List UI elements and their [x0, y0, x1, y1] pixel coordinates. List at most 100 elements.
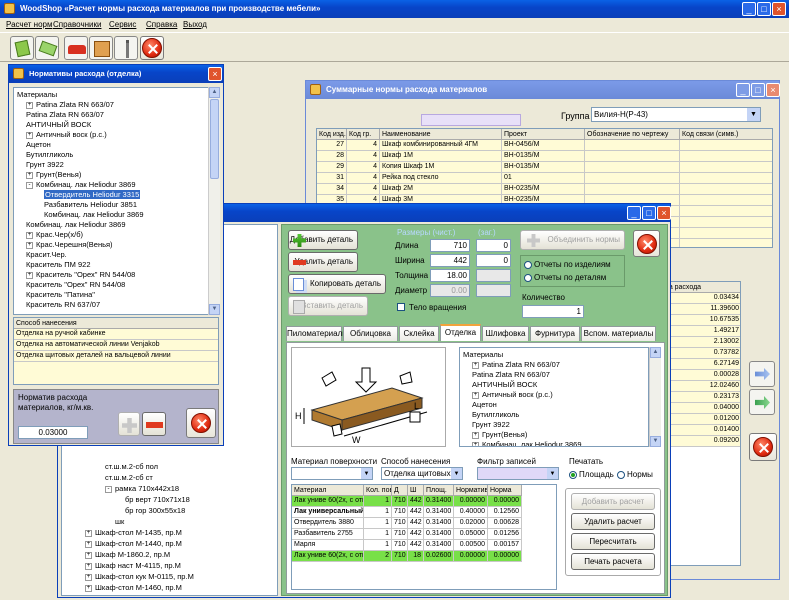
calc-column-header[interactable]: Норма [488, 485, 522, 496]
expand-icon[interactable]: + [26, 241, 33, 249]
calc-cell[interactable]: 0.00628 [488, 518, 522, 529]
expand-icon[interactable]: + [472, 391, 479, 399]
menu-item[interactable]: Расчет норм [6, 20, 52, 29]
tab-1[interactable]: Пиломатериалы [286, 326, 348, 341]
add-detail-button[interactable]: Добавить деталь [288, 230, 358, 250]
norm-add-button[interactable] [118, 412, 140, 436]
tree-item[interactable]: АНТИЧНЫЙ ВОСК [26, 120, 91, 130]
calc-cell[interactable]: 0.00000 [488, 551, 522, 562]
calc-cell[interactable]: 18 [408, 551, 424, 562]
paste-detail-button[interactable]: Вставить деталь [288, 296, 368, 316]
summary-minimize[interactable]: _ [736, 83, 750, 97]
expand-icon[interactable]: + [85, 573, 92, 581]
calc-cell[interactable]: 2 [364, 551, 392, 562]
tree-item[interactable]: Patina Zlata RN 663/07 [472, 370, 550, 380]
tab-6[interactable]: Фурнитура [530, 326, 580, 341]
calc-column-header[interactable]: Д [392, 485, 408, 496]
tree-item[interactable]: + Античный воск (р.с.) [26, 130, 107, 140]
dim-clean-field[interactable]: 442 [430, 254, 470, 267]
expand-icon[interactable]: + [26, 171, 33, 179]
summary-column-header[interactable]: Код гр. [347, 129, 380, 140]
maximize-button[interactable]: □ [757, 2, 771, 16]
tree-item[interactable]: + Комбинац. лак Heliodur 3869 [472, 440, 582, 446]
summary-column-header[interactable]: Обозначение по чертежу [585, 129, 680, 140]
calc-cell[interactable]: 0.40000 [454, 507, 488, 518]
calc-cell[interactable]: 1 [364, 540, 392, 551]
calc-cell[interactable]: 0.00500 [454, 540, 488, 551]
calc-cell[interactable]: 710 [392, 496, 408, 507]
tree-item[interactable]: + Шкаф М-1860.2, пр.М [85, 550, 170, 560]
calc-cell[interactable]: 0.02000 [454, 518, 488, 529]
calc-cell[interactable]: 0.01256 [488, 529, 522, 540]
expand-icon[interactable]: + [85, 540, 92, 548]
tree-item[interactable]: + Шкаф-стол М-1440, пр.М [85, 539, 182, 549]
calc-cell[interactable]: Разбавитель 2755 [292, 529, 364, 540]
tree-item[interactable]: Ацетон [472, 400, 497, 410]
toolbar-button-3[interactable] [64, 36, 88, 60]
minimize-button[interactable]: _ [742, 2, 756, 16]
calc-cell[interactable]: 442 [408, 496, 424, 507]
print-calc-button[interactable]: Печать расчета [571, 553, 655, 570]
tree-item[interactable]: Комбинац. лак Heliodur 3869 [44, 210, 144, 220]
merge-norms-button[interactable]: Объединить нормы [520, 230, 625, 250]
tree-item[interactable]: + Шкаф-стол кук М-0115, пр.М [85, 572, 194, 582]
export-button[interactable] [749, 389, 775, 415]
tree-item[interactable]: + Крас.Черешня(Венья) [26, 240, 113, 250]
menu-item[interactable]: Справка [146, 20, 177, 29]
tree-item[interactable]: + Краситель "Орех" RN 544/08 [26, 270, 135, 280]
tree-item[interactable]: Patina Zlata RN 663/07 [26, 110, 104, 120]
toolbar-button-5[interactable] [114, 36, 138, 60]
detail-minimize[interactable]: _ [627, 206, 641, 220]
menu-item[interactable]: Выход [183, 20, 207, 29]
calc-cell[interactable]: Лак униве 60(2х, с отв. и р [292, 551, 364, 562]
print-area-radio[interactable] [569, 470, 577, 479]
calc-column-header[interactable]: Ш [408, 485, 424, 496]
calc-cell[interactable]: 0.31400 [424, 529, 454, 540]
tree-item[interactable]: + Грунт(Венья) [26, 170, 81, 180]
tree-item[interactable]: Отвердитель Heliodur 3315 [44, 190, 141, 200]
tab-5[interactable]: Шлифовка [482, 326, 529, 341]
tree-item[interactable]: - рамка 710х442х18 [105, 484, 179, 494]
summary-maximize[interactable]: □ [751, 83, 765, 97]
norms-close[interactable]: × [208, 67, 222, 81]
print-area-option[interactable]: Площадь [569, 470, 614, 479]
tree-item[interactable]: + Шкаф-стол М-1460, пр.М [85, 583, 182, 593]
summary-column-header[interactable]: Наименование [380, 129, 502, 140]
tab-7[interactable]: Вспом. материалы [581, 326, 656, 341]
dim-blank-field[interactable] [476, 269, 511, 282]
method-row[interactable]: Отделка на ручной кабинке [14, 329, 218, 340]
calc-cell[interactable]: 0.00000 [488, 496, 522, 507]
tree-item[interactable]: бр гор 300х55х18 [125, 506, 185, 516]
calc-cell[interactable]: 710 [392, 518, 408, 529]
tree-item[interactable]: Материалы [463, 350, 503, 360]
exit-toolbar-button[interactable] [140, 36, 164, 60]
tree-item[interactable]: Ацетон [26, 140, 51, 150]
tree-item[interactable]: + Patina Zlata RN 663/07 [26, 100, 114, 110]
tree-item[interactable]: - Комбинац. лак Heliodur 3869 [26, 180, 136, 190]
tree-item[interactable]: Комбинац. лак Heliodur 3869 [26, 220, 126, 230]
print-norms-radio[interactable] [617, 470, 625, 479]
summary-filter-box[interactable] [421, 114, 521, 126]
expand-icon[interactable]: + [26, 131, 33, 139]
calc-column-header[interactable]: Норматив [454, 485, 488, 496]
menu-item[interactable]: Сервис [109, 20, 136, 29]
material-tree-scrollbar[interactable]: ▲ ▼ [649, 347, 661, 447]
calc-cell[interactable]: 1 [364, 518, 392, 529]
tree-item[interactable]: АНТИЧНЫЙ ВОСК [472, 380, 537, 390]
tree-item[interactable]: Краситель "Орех" RN 544/08 [26, 280, 125, 290]
calc-cell[interactable]: 442 [408, 518, 424, 529]
quantity-field[interactable]: 1 [522, 305, 584, 318]
calc-cell[interactable]: 0.31400 [424, 540, 454, 551]
dim-blank-field[interactable] [476, 284, 511, 297]
report-items-radio[interactable] [524, 260, 532, 269]
dim-blank-field[interactable]: 0 [476, 239, 511, 252]
detail-maximize[interactable]: □ [642, 206, 656, 220]
expand-icon[interactable]: + [85, 562, 92, 570]
expand-icon[interactable]: + [472, 361, 479, 369]
rotation-checkbox[interactable] [397, 303, 405, 311]
delete-calc-button[interactable]: Удалить расчет [571, 513, 655, 530]
tree-item[interactable]: Красит.Чер. [26, 250, 67, 260]
calc-cell[interactable]: 0.31400 [424, 507, 454, 518]
method-row[interactable]: Отделка на автоматической линии Venjakob [14, 340, 218, 351]
summary-close[interactable]: × [766, 83, 780, 97]
